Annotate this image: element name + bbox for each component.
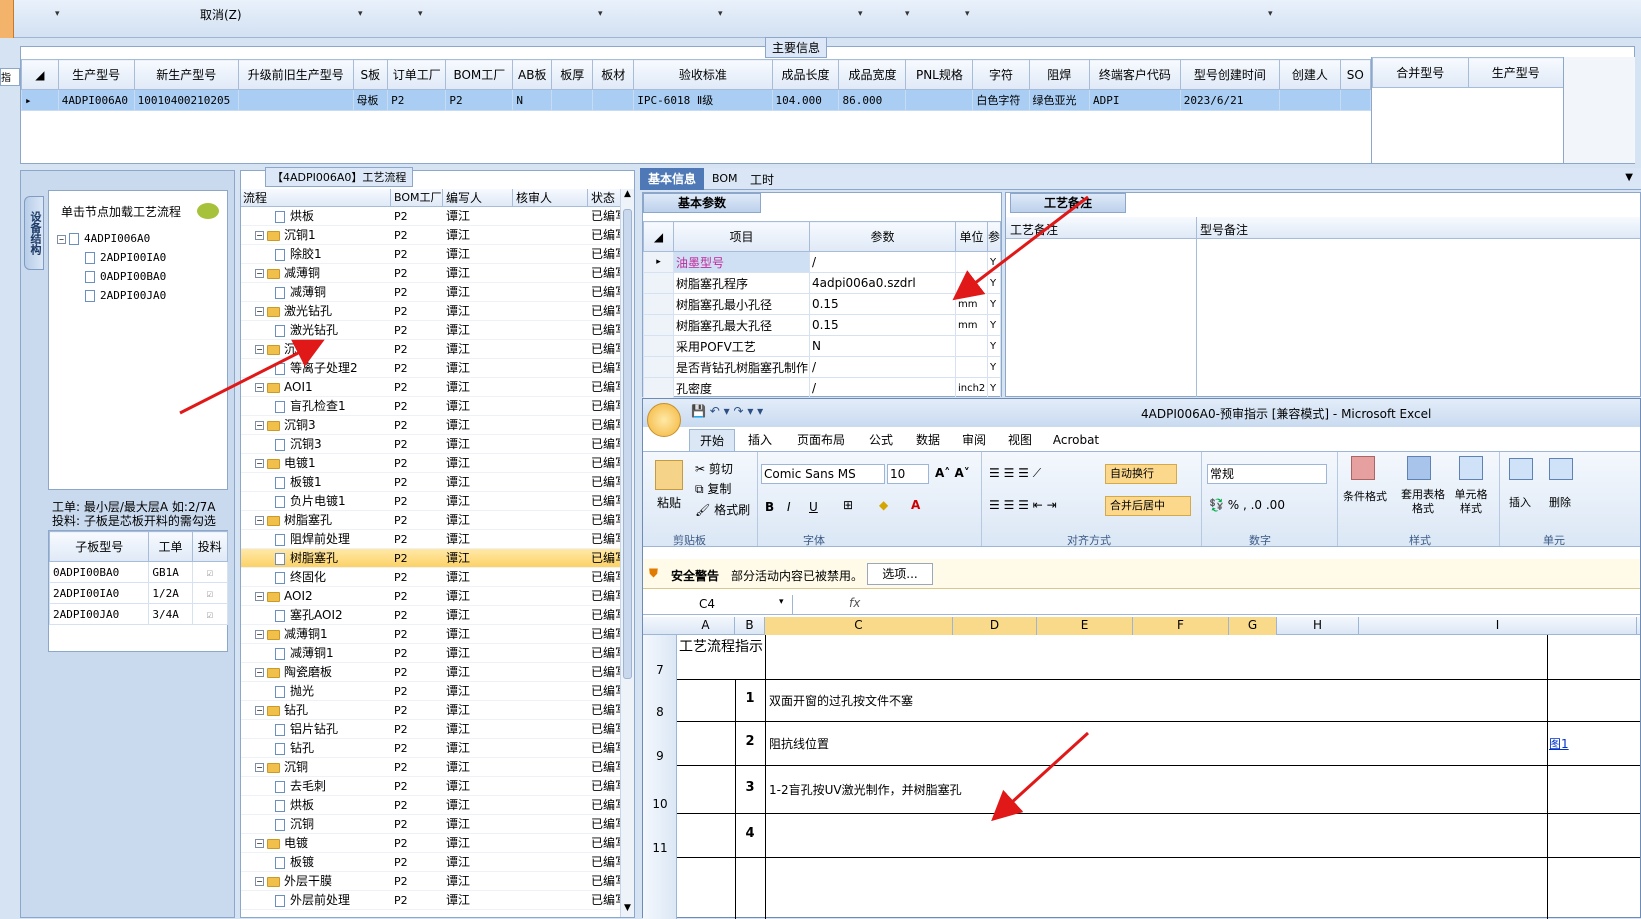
red-arrow [179,339,325,415]
red-arrow [952,195,1089,301]
annotation-arrows [179,195,1090,822]
red-arrow [991,731,1090,822]
